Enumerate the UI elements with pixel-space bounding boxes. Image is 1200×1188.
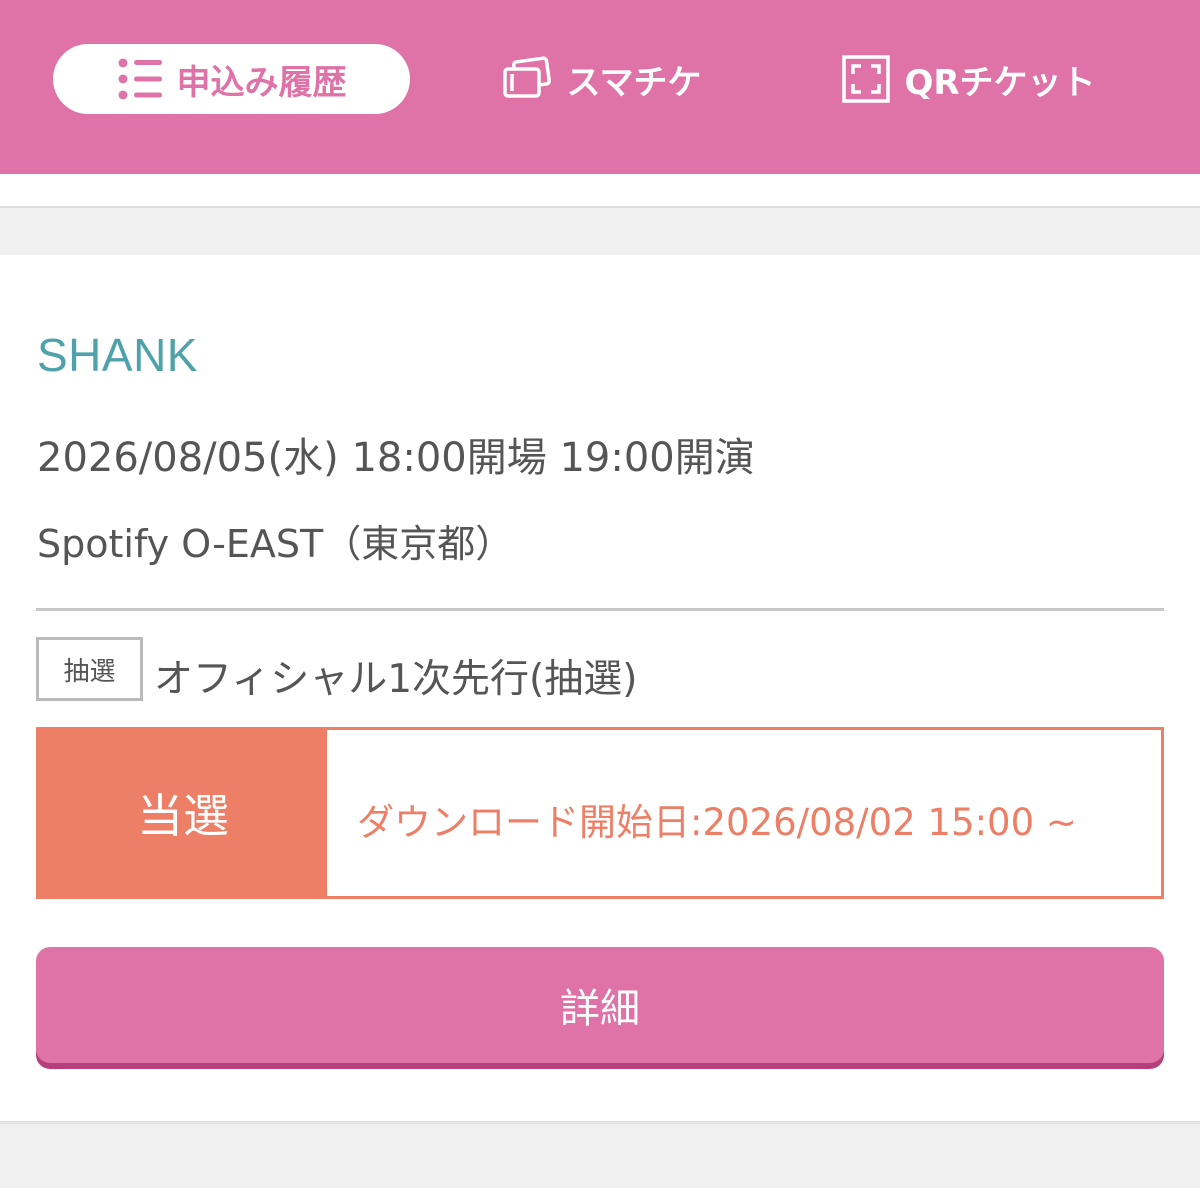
card-divider — [0, 1121, 1200, 1124]
section-divider — [36, 608, 1164, 611]
tab-application-history[interactable]: 申込み履歴 — [53, 44, 410, 114]
tab-label: QRチケット — [904, 62, 1096, 103]
header-spacer — [0, 174, 1200, 207]
tab-label: スマチケ — [566, 62, 702, 103]
list-icon — [117, 57, 163, 101]
tab-smart-ticket[interactable]: スマチケ — [496, 44, 706, 114]
event-venue: Spotify O-EAST（東京都） — [37, 522, 514, 566]
top-nav-bar: 申込み履歴 スマチケ QRチケット — [0, 0, 1200, 174]
detail-button[interactable]: 詳細 — [36, 947, 1164, 1063]
result-status-label: 当選 — [39, 730, 327, 896]
tab-label: 申込み履歴 — [176, 62, 347, 103]
divider — [0, 206, 1200, 208]
lottery-badge: 抽選 — [36, 637, 143, 701]
ticket-icon — [501, 56, 553, 102]
event-datetime: 2026/08/05(水) 18:00開場 19:00開演 — [37, 435, 755, 481]
download-start-date: ダウンロード開始日:2026/08/02 15:00 ~ — [357, 801, 1077, 844]
sale-name: オフィシャル1次先行(抽選) — [154, 657, 638, 702]
qr-scan-icon — [842, 55, 891, 103]
tab-qr-ticket[interactable]: QRチケット — [838, 44, 1100, 114]
artist-name: SHANK — [37, 329, 198, 381]
lottery-result-box: 当選 ダウンロード開始日:2026/08/02 15:00 ~ — [36, 727, 1164, 899]
